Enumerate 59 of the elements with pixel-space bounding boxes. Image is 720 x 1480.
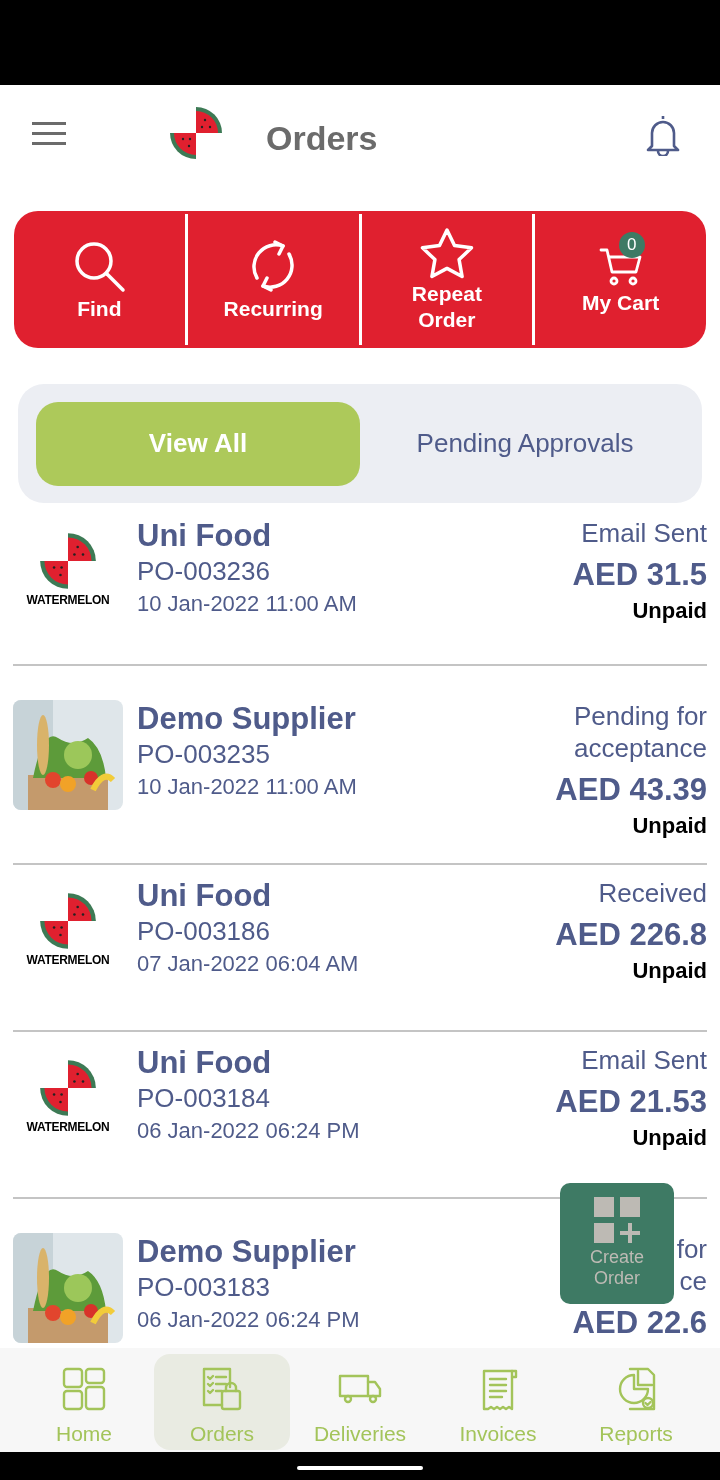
watermelon-logo-icon [38, 891, 98, 951]
nav-tab[interactable]: Invoices [430, 1354, 566, 1450]
order-status: Pending for [574, 700, 707, 732]
order-status: for [676, 1233, 707, 1265]
menu-icon[interactable] [32, 122, 66, 146]
order-amount: AED 43.39 [555, 772, 707, 808]
payment-status: Unpaid [632, 957, 707, 985]
action-button[interactable]: 0 My Cart [535, 211, 706, 348]
order-date: 06 Jan-2022 06:24 PM [137, 1306, 360, 1334]
tab[interactable]: Pending Approvals [366, 401, 684, 486]
nav-tab[interactable]: Deliveries [292, 1354, 428, 1450]
order-date: 10 Jan-2022 11:00 AM [137, 590, 357, 618]
order-number: PO-003186 [137, 915, 271, 947]
payment-status: Unpaid [632, 597, 707, 625]
order-date: 10 Jan-2022 11:00 AM [137, 773, 357, 801]
order-date: 07 Jan-2022 06:04 AM [137, 950, 359, 978]
order-number: PO-003235 [137, 738, 271, 770]
supplier-name: Demo Supplier [137, 700, 357, 738]
tab[interactable]: View All [36, 401, 360, 486]
payment-status: Unpaid [632, 812, 707, 840]
create-order-button[interactable]: Create Order [560, 1183, 674, 1304]
order-status: Email Sent [581, 1044, 707, 1076]
order-amount: AED 31.5 [572, 557, 707, 593]
order-amount: AED 22.6 [572, 1305, 707, 1341]
notification-bell-icon[interactable] [644, 114, 682, 156]
watermelon-logo-icon [38, 531, 98, 591]
supplier-name: Uni Food [137, 1044, 273, 1082]
brand-name: WATERMELON [26, 593, 110, 607]
order-number: PO-003236 [137, 555, 271, 587]
order-status: ce [679, 1265, 707, 1297]
order-amount: AED 226.8 [555, 917, 707, 953]
watermelon-logo-icon [38, 1058, 98, 1118]
payment-status: Unpaid [632, 1124, 707, 1152]
watermelon-logo-icon [168, 105, 224, 161]
page-title: Orders [266, 118, 378, 159]
brand-name: WATERMELON [26, 953, 110, 967]
cart-count-badge: 0 [618, 231, 645, 258]
checklist-bag-icon [200, 1367, 244, 1411]
brand-name: WATERMELON [26, 1120, 110, 1134]
order-amount: AED 21.53 [555, 1084, 707, 1120]
supplier-name: Demo Supplier [137, 1233, 357, 1271]
grid-plus-icon [594, 1197, 640, 1243]
truck-icon [338, 1374, 382, 1404]
nav-tab[interactable]: Orders [154, 1354, 290, 1450]
supplier-name: Uni Food [137, 877, 273, 915]
nav-tab[interactable]: Home [16, 1354, 152, 1450]
supplier-name: Uni Food [137, 517, 273, 555]
action-button[interactable]: Recurring [187, 211, 359, 348]
grid-icon [62, 1367, 106, 1411]
action-button[interactable]: Repeat Order [361, 211, 533, 348]
order-status: Email Sent [581, 517, 707, 549]
action-button[interactable]: Find [14, 211, 185, 348]
order-date: 06 Jan-2022 06:24 PM [137, 1117, 360, 1145]
order-status: Received [598, 877, 707, 909]
order-number: PO-003184 [137, 1082, 271, 1114]
order-status: acceptance [574, 732, 707, 764]
nav-tab[interactable]: Reports [568, 1354, 704, 1450]
star-icon [418, 226, 475, 279]
order-number: PO-003183 [137, 1271, 271, 1303]
